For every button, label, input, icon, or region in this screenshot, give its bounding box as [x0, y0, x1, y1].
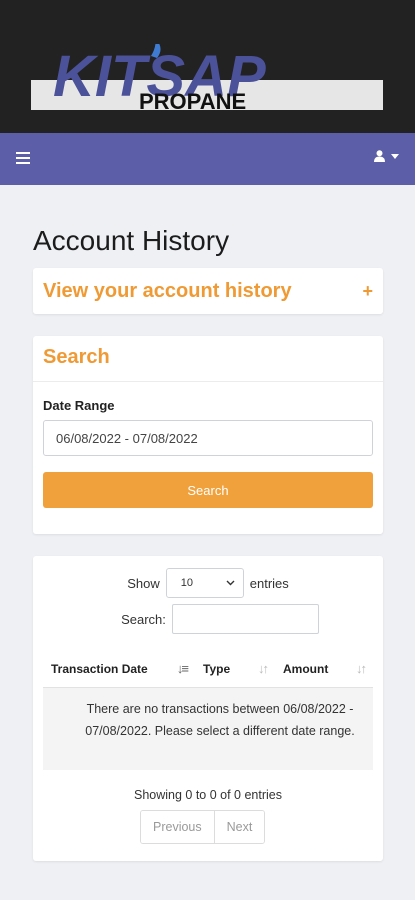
date-range-input[interactable] [43, 420, 373, 456]
search-panel: Search Date Range Search [33, 336, 383, 534]
table-info: Showing 0 to 0 of 0 entries [133, 788, 282, 802]
sort-desc-icon: ↓≡ [176, 661, 189, 676]
collapse-heading: View your account history [43, 279, 292, 302]
transactions-table: Transaction Date ↓≡ Type ↓↑ Amount ↓↑ Th… [43, 650, 373, 770]
table-search-label: Search: [121, 611, 166, 627]
pagination: Previous Next [140, 810, 266, 844]
page-length-value: 10 [180, 577, 193, 589]
page-length-select[interactable]: 10 [165, 568, 244, 598]
transactions-panel: Show 10 entries Search: Transaction Date… [33, 556, 383, 861]
page-title: Account History [33, 225, 230, 256]
show-label: Show [127, 575, 160, 591]
table-search-input[interactable] [171, 604, 319, 634]
previous-page-button[interactable]: Previous [141, 811, 214, 843]
hamburger-icon[interactable] [16, 152, 30, 164]
user-menu-button[interactable] [374, 150, 399, 162]
column-header-amount[interactable]: Amount ↓↑ [275, 650, 373, 687]
user-icon [374, 150, 385, 162]
chevron-down-icon [226, 580, 235, 586]
column-header-transaction-date[interactable]: Transaction Date ↓≡ [43, 650, 195, 687]
search-button[interactable]: Search [43, 472, 373, 508]
table-header-row: Transaction Date ↓≡ Type ↓↑ Amount ↓↑ [43, 650, 373, 688]
date-range-label: Date Range [43, 398, 115, 413]
kitsap-propane-logo: KITSAP PROPANE [31, 44, 383, 114]
next-page-button[interactable]: Next [213, 811, 265, 843]
empty-table-message: There are no transactions between 06/08/… [43, 688, 373, 770]
account-history-collapse[interactable]: View your account history + [33, 268, 383, 314]
brand-header: KITSAP PROPANE [0, 0, 415, 133]
logo-sub-text: PROPANE [139, 89, 246, 114]
sort-icon: ↓↑ [356, 661, 367, 676]
expand-plus-icon[interactable]: + [362, 281, 373, 302]
page-length-control: Show 10 entries [33, 568, 383, 598]
caret-down-icon [391, 153, 399, 159]
entries-label: entries [249, 575, 289, 591]
column-header-type[interactable]: Type ↓↑ [195, 650, 275, 687]
top-navbar [0, 133, 415, 185]
search-panel-heading: Search [43, 346, 110, 368]
sort-icon: ↓↑ [258, 661, 269, 676]
search-panel-header: Search [33, 336, 383, 382]
table-search-control: Search: [33, 604, 383, 634]
